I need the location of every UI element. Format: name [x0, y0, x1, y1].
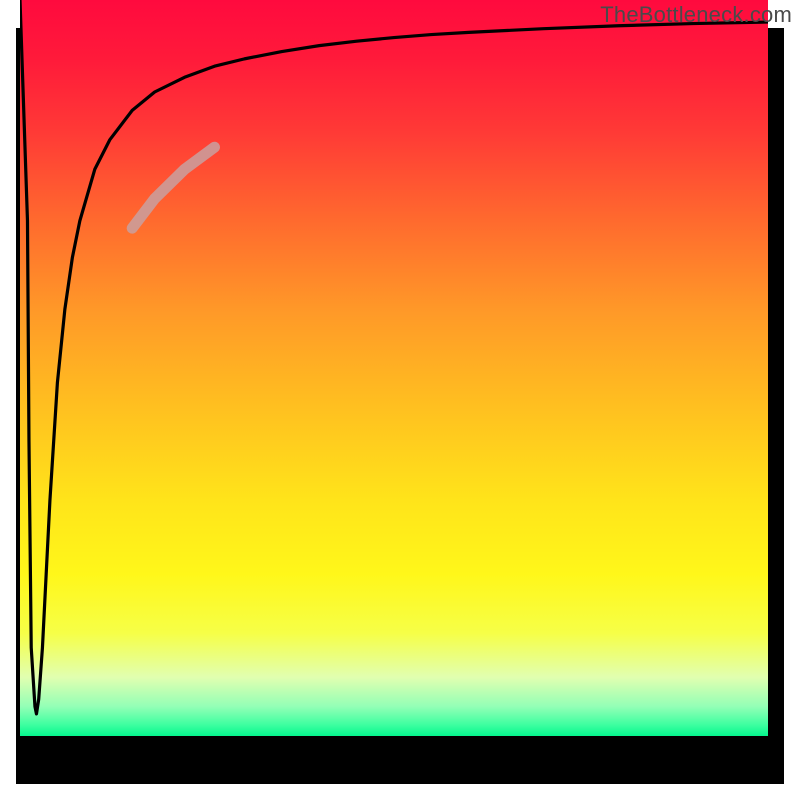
- curve-svg: [20, 0, 768, 736]
- highlight-segment: [132, 147, 214, 228]
- plot-area: [20, 0, 768, 736]
- watermark-text: TheBottleneck.com: [600, 2, 792, 28]
- bottleneck-curve: [20, 0, 768, 714]
- chart-container: TheBottleneck.com: [0, 0, 800, 800]
